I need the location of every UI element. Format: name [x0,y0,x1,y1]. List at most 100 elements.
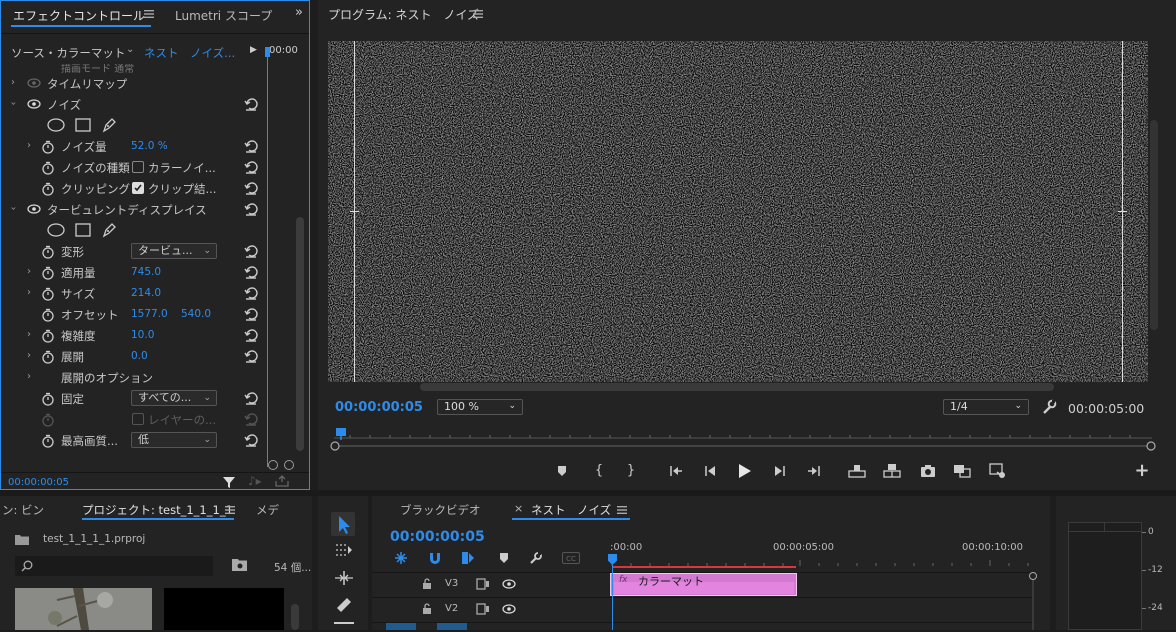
timeline-ruler[interactable] [610,556,1035,568]
vr-toggle-icon[interactable] [988,461,1008,481]
lock-icon[interactable] [422,578,432,590]
linked-selection-icon[interactable] [461,551,475,565]
compare-view-icon[interactable] [952,461,972,481]
reset-icon[interactable] [243,348,259,364]
sync-lock-icon[interactable] [476,578,490,590]
size-value[interactable]: 214.0 [131,287,161,299]
program-timecode[interactable]: 00:00:00:05 [335,400,423,415]
tab-media-browser[interactable]: メデ [256,502,279,518]
amount-value[interactable]: 745.0 [131,266,161,278]
wrench-icon[interactable] [1041,399,1057,415]
expand-chevron-icon[interactable]: › [27,371,31,382]
add-marker-icon[interactable] [498,552,510,564]
go-to-in-icon[interactable] [666,461,686,481]
noise-type-checkbox[interactable] [132,161,144,173]
eye-icon[interactable] [27,204,41,214]
captions-button[interactable]: CC [562,552,580,564]
expand-chevron-icon[interactable]: › [27,266,31,277]
close-tab-icon[interactable]: × [514,502,523,515]
panel-menu-icon[interactable] [617,506,627,514]
reset-icon[interactable] [243,432,259,448]
clipping-checkbox[interactable] [132,182,144,194]
stopwatch-icon[interactable] [41,434,55,448]
lift-icon[interactable] [847,461,867,481]
filter-icon[interactable] [223,476,235,488]
quality-dropdown[interactable]: 低 ⌄ [131,432,217,448]
nest-toggle-icon[interactable] [394,551,408,565]
export-icon[interactable] [275,475,289,487]
vertical-zoom-handle[interactable] [1029,572,1037,580]
tab-project[interactable]: プロジェクト: test_1_1_1_1 [82,502,233,518]
reset-icon[interactable] [243,327,259,343]
track-label-v2[interactable]: V2 [445,603,458,614]
tab-bin[interactable]: ン: ビン [2,502,44,518]
slip-tool-icon[interactable] [334,622,354,632]
zoom-handle-right[interactable] [284,460,294,470]
track-label-v3[interactable]: V3 [445,578,458,589]
zoom-dropdown[interactable]: 100 % ⌄ [437,399,523,415]
complexity-value[interactable]: 10.0 [131,329,154,341]
extract-icon[interactable] [882,461,902,481]
stopwatch-icon[interactable] [41,182,55,196]
track-source-v1[interactable] [437,623,467,630]
reset-icon[interactable] [243,180,259,196]
tab-black-video[interactable]: ブラックビデオ [400,502,481,518]
pen-mask-icon[interactable] [101,117,117,133]
project-scrollbar[interactable] [291,604,299,630]
tab-lumetri-scopes[interactable]: Lumetri スコープ [175,7,272,24]
expand-chevron-icon[interactable]: › [11,77,15,88]
eye-icon[interactable] [502,579,516,589]
offset-y-value[interactable]: 540.0 [181,308,211,320]
ec-footer-timecode[interactable]: 00:00:00:05 [8,477,69,488]
ellipse-mask-icon[interactable] [47,223,65,237]
razor-icon[interactable] [334,596,354,612]
monitor-hscrollbar[interactable] [420,383,1054,391]
mark-out-icon[interactable]: } [621,461,641,481]
sequence-clip-label[interactable]: ネスト ノイズ... [144,45,235,61]
stopwatch-icon[interactable] [41,329,55,343]
button-editor-plus[interactable]: + [1132,461,1152,481]
reset-icon[interactable] [243,159,259,175]
panel-menu-icon[interactable] [225,506,235,514]
thumbnail-tree[interactable] [15,588,152,630]
evolution-value[interactable]: 0.0 [131,350,148,362]
play-audio-icon[interactable]: ▶ [250,45,257,55]
panel-menu-icon[interactable] [473,10,483,18]
track-select-forward-icon[interactable] [334,542,354,558]
overflow-chevrons-icon[interactable]: » [295,5,303,20]
timeline-timecode[interactable]: 00:00:00:05 [390,529,485,545]
reset-icon[interactable] [243,390,259,406]
tab-nested-noise[interactable]: ネスト ノイズ [531,502,611,518]
lock-icon[interactable] [422,603,432,615]
play-icon[interactable] [734,461,754,481]
zoom-handle-left[interactable] [268,460,278,470]
track-target-v1[interactable] [386,623,416,630]
ripple-edit-icon[interactable] [334,570,354,586]
stopwatch-icon[interactable] [41,140,55,154]
reset-icon[interactable] [243,243,259,259]
stopwatch-icon[interactable] [41,287,55,301]
transform-dropdown[interactable]: タービュ... ⌄ [131,243,217,259]
collapse-chevron-icon[interactable]: › [8,207,19,211]
expand-chevron-icon[interactable]: › [27,350,31,361]
reset-icon[interactable] [243,285,259,301]
mark-in-icon[interactable]: { [589,461,609,481]
reset-icon[interactable] [243,96,259,112]
project-search-input[interactable] [15,556,213,576]
eye-icon[interactable] [27,78,41,88]
offset-x-value[interactable]: 1577.0 [131,308,168,320]
noise-amount-value[interactable]: 52.0 % [131,140,168,152]
monitor-vscrollbar[interactable] [1150,120,1158,330]
stopwatch-icon[interactable] [41,161,55,175]
selection-tool[interactable] [331,512,355,536]
eye-icon[interactable] [502,604,516,614]
collapse-chevron-icon[interactable]: › [8,102,19,106]
add-marker-icon[interactable] [552,461,572,481]
ec-scrollbar[interactable] [296,217,304,451]
tab-effect-controls[interactable]: エフェクトコントロール [13,7,145,24]
step-forward-icon[interactable] [770,461,790,481]
reset-icon[interactable] [243,264,259,280]
timeline-vscrollbar[interactable] [1032,580,1034,630]
new-search-bin-icon[interactable] [232,558,247,571]
camera-icon[interactable] [918,461,938,481]
